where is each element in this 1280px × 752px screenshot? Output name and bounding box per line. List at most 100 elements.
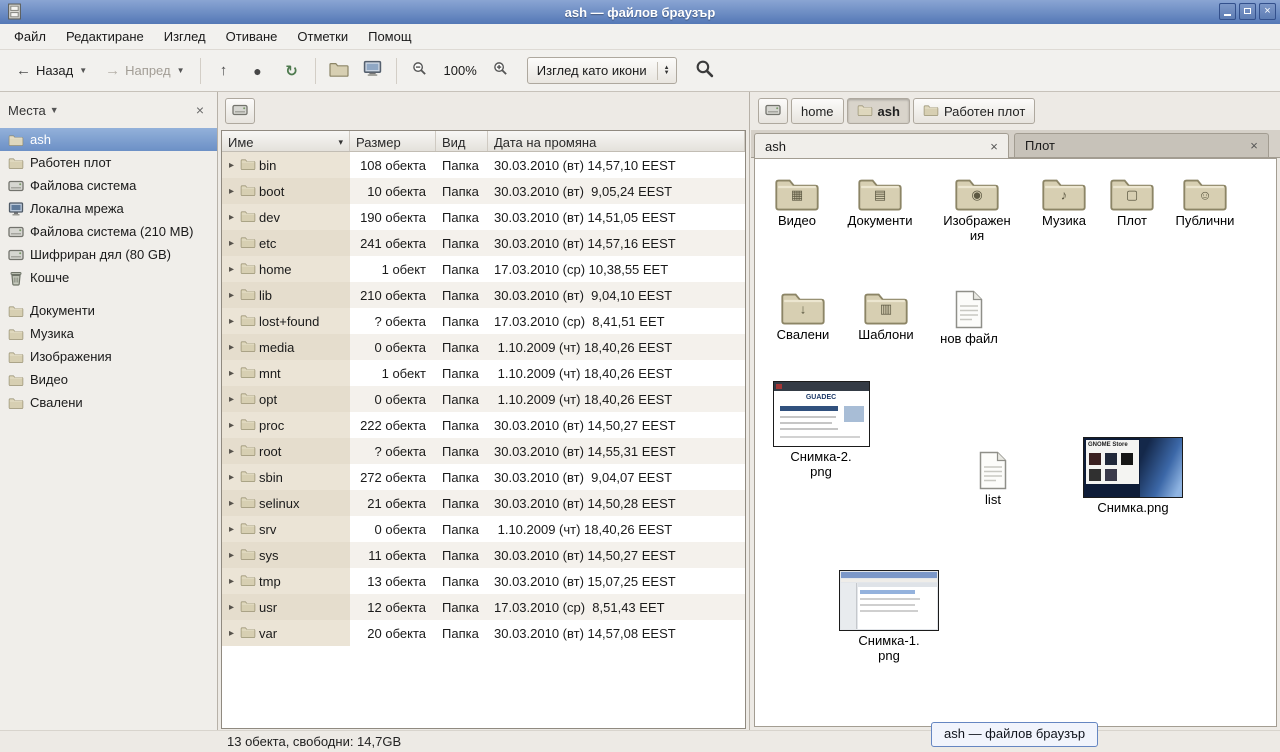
back-dropdown-icon[interactable]: ▼ (79, 66, 87, 75)
file-item-Шаблони[interactable]: ▥Шаблони (844, 287, 928, 342)
file-item-Свалени[interactable]: ↓Свалени (761, 287, 845, 342)
table-row-lost+found[interactable]: ▸lost+found? обектаПапка17.03.2010 (ср) … (222, 308, 745, 334)
column-header-Вид[interactable]: Вид (436, 131, 488, 151)
sidebar-combo-icon[interactable]: ▼ (50, 105, 59, 115)
expander-icon[interactable]: ▸ (226, 446, 237, 457)
table-row-bin[interactable]: ▸bin108 обектаПапка30.03.2010 (вт) 14,57… (222, 152, 745, 178)
column-header-Име[interactable]: Име▾ (222, 131, 350, 151)
file-item-Снимка.png[interactable]: GNOME StoreСнимка.png (1078, 437, 1188, 515)
file-item-Публични[interactable]: ☺Публични (1163, 173, 1247, 228)
sidebar-item-Свалени[interactable]: Свалени (0, 391, 217, 414)
back-button[interactable]: ← Назад ▼ (8, 56, 95, 85)
table-row-sbin[interactable]: ▸sbin272 обектаПапка30.03.2010 (вт) 9,04… (222, 464, 745, 490)
close-button[interactable]: × (1259, 3, 1276, 20)
table-row-usr[interactable]: ▸usr12 обектаПапка17.03.2010 (ср) 8,51,4… (222, 594, 745, 620)
table-row-etc[interactable]: ▸etc241 обектаПапка30.03.2010 (вт) 14,57… (222, 230, 745, 256)
table-row-selinux[interactable]: ▸selinux21 обектаПапка30.03.2010 (вт) 14… (222, 490, 745, 516)
expander-icon[interactable]: ▸ (226, 238, 237, 249)
expander-icon[interactable]: ▸ (226, 342, 237, 353)
tab-ash[interactable]: ash× (754, 133, 1009, 158)
sidebar-item-Работен плот[interactable]: Работен плот (0, 151, 217, 174)
table-row-sys[interactable]: ▸sys11 обектаПапка30.03.2010 (вт) 14,50,… (222, 542, 745, 568)
up-button[interactable]: ↑ (208, 56, 240, 85)
zoom-in-button[interactable] (485, 55, 517, 86)
menu-item-4[interactable]: Отиване (216, 25, 288, 48)
menu-item-6[interactable]: Помощ (358, 25, 421, 48)
table-row-opt[interactable]: ▸opt0 обектаПапка 1.10.2009 (чт) 18,40,2… (222, 386, 745, 412)
table-row-dev[interactable]: ▸dev190 обектаПапка30.03.2010 (вт) 14,51… (222, 204, 745, 230)
table-row-mnt[interactable]: ▸mnt1 обектПапка 1.10.2009 (чт) 18,40,26… (222, 360, 745, 386)
tab-close-icon[interactable]: × (1246, 138, 1262, 153)
expander-icon[interactable]: ▸ (226, 576, 237, 587)
sidebar-item-Файлова система[interactable]: Файлова система (0, 174, 217, 197)
column-header-Размер[interactable]: Размер (350, 131, 436, 151)
file-item-Плот[interactable]: ▢Плот (1090, 173, 1174, 228)
pathbar-button-Работен плот[interactable]: Работен плот (913, 98, 1035, 124)
forward-button[interactable]: → Напред ▼ (97, 56, 192, 85)
expander-icon[interactable]: ▸ (226, 186, 237, 197)
sidebar-item-Кошче[interactable]: Кошче (0, 266, 217, 289)
menu-item-1[interactable]: Файл (4, 25, 56, 48)
tab-close-icon[interactable]: × (986, 139, 1002, 154)
search-button[interactable] (689, 53, 721, 88)
expander-icon[interactable]: ▸ (226, 212, 237, 223)
file-item-Снимка-2.png[interactable]: GUADECСнимка-2. png (766, 381, 876, 479)
sidebar-item-Локална мрежа[interactable]: Локална мрежа (0, 197, 217, 220)
stop-button[interactable]: ● (242, 57, 274, 85)
table-row-media[interactable]: ▸media0 обектаПапка 1.10.2009 (чт) 18,40… (222, 334, 745, 360)
file-item-Документи[interactable]: ▤Документи (838, 173, 922, 228)
table-row-lib[interactable]: ▸lib210 обектаПапка30.03.2010 (вт) 9,04,… (222, 282, 745, 308)
menu-item-5[interactable]: Отметки (287, 25, 358, 48)
home-button[interactable] (323, 55, 355, 87)
table-row-srv[interactable]: ▸srv0 обектаПапка 1.10.2009 (чт) 18,40,2… (222, 516, 745, 542)
expander-icon[interactable]: ▸ (226, 316, 237, 327)
pathbar-button-home[interactable]: home (791, 98, 844, 124)
sidebar-close-button[interactable]: × (191, 102, 209, 118)
table-row-proc[interactable]: ▸proc222 обектаПапка30.03.2010 (вт) 14,5… (222, 412, 745, 438)
file-item-Изображения[interactable]: ◉Изображен ия (935, 173, 1019, 243)
expander-icon[interactable]: ▸ (226, 264, 237, 275)
expander-icon[interactable]: ▸ (226, 628, 237, 639)
expander-icon[interactable]: ▸ (226, 394, 237, 405)
computer-button[interactable] (357, 54, 389, 87)
sidebar-item-Шифриран дял (80 GB)[interactable]: Шифриран дял (80 GB) (0, 243, 217, 266)
expander-icon[interactable]: ▸ (226, 290, 237, 301)
file-item-list[interactable]: list (951, 450, 1035, 507)
pathbar-button-ash[interactable]: ash (847, 98, 910, 124)
expander-icon[interactable]: ▸ (226, 550, 237, 561)
expander-icon[interactable]: ▸ (226, 420, 237, 431)
minimize-button[interactable] (1219, 3, 1236, 20)
file-item-новфайл[interactable]: нов файл (927, 289, 1011, 346)
table-row-root[interactable]: ▸root? обектаПапка30.03.2010 (вт) 14,55,… (222, 438, 745, 464)
expander-icon[interactable]: ▸ (226, 368, 237, 379)
pathbar-root-button[interactable] (758, 98, 788, 124)
menu-item-2[interactable]: Редактиране (56, 25, 154, 48)
sidebar-item-Изображения[interactable]: Изображения (0, 345, 217, 368)
sidebar-title[interactable]: Места (8, 103, 46, 118)
expander-icon[interactable]: ▸ (226, 498, 237, 509)
reload-button[interactable]: ↻ (276, 56, 308, 86)
file-item-Снимка-1.png[interactable]: Снимка-1. png (834, 570, 944, 663)
table-row-tmp[interactable]: ▸tmp13 обектаПапка30.03.2010 (вт) 15,07,… (222, 568, 745, 594)
sidebar-item-ash[interactable]: ash (0, 128, 217, 151)
expander-icon[interactable]: ▸ (226, 602, 237, 613)
sidebar-item-Видео[interactable]: Видео (0, 368, 217, 391)
sidebar-item-Документи[interactable]: Документи (0, 299, 217, 322)
table-row-var[interactable]: ▸var20 обектаПапка30.03.2010 (вт) 14,57,… (222, 620, 745, 646)
zoom-out-button[interactable] (404, 55, 436, 86)
expander-icon[interactable]: ▸ (226, 524, 237, 535)
table-row-boot[interactable]: ▸boot10 обектаПапка30.03.2010 (вт) 9,05,… (222, 178, 745, 204)
file-item-Видео[interactable]: ▦Видео (755, 173, 839, 228)
sidebar-item-Файлова система (210 MB)[interactable]: Файлова система (210 MB) (0, 220, 217, 243)
expander-icon[interactable]: ▸ (226, 160, 237, 171)
pathbar-root-button[interactable] (225, 98, 255, 124)
column-header-Дата на промяна[interactable]: Дата на промяна (488, 131, 745, 151)
menu-item-3[interactable]: Изглед (154, 25, 216, 48)
table-row-home[interactable]: ▸home1 обектПапка17.03.2010 (ср) 10,38,5… (222, 256, 745, 282)
view-mode-combo[interactable]: Изглед като икони ▲▼ (527, 57, 677, 84)
tab-Плот[interactable]: Плот× (1014, 133, 1269, 157)
combo-spinner-icon[interactable]: ▲▼ (657, 62, 670, 80)
maximize-button[interactable] (1239, 3, 1256, 20)
sidebar-item-Музика[interactable]: Музика (0, 322, 217, 345)
expander-icon[interactable]: ▸ (226, 472, 237, 483)
